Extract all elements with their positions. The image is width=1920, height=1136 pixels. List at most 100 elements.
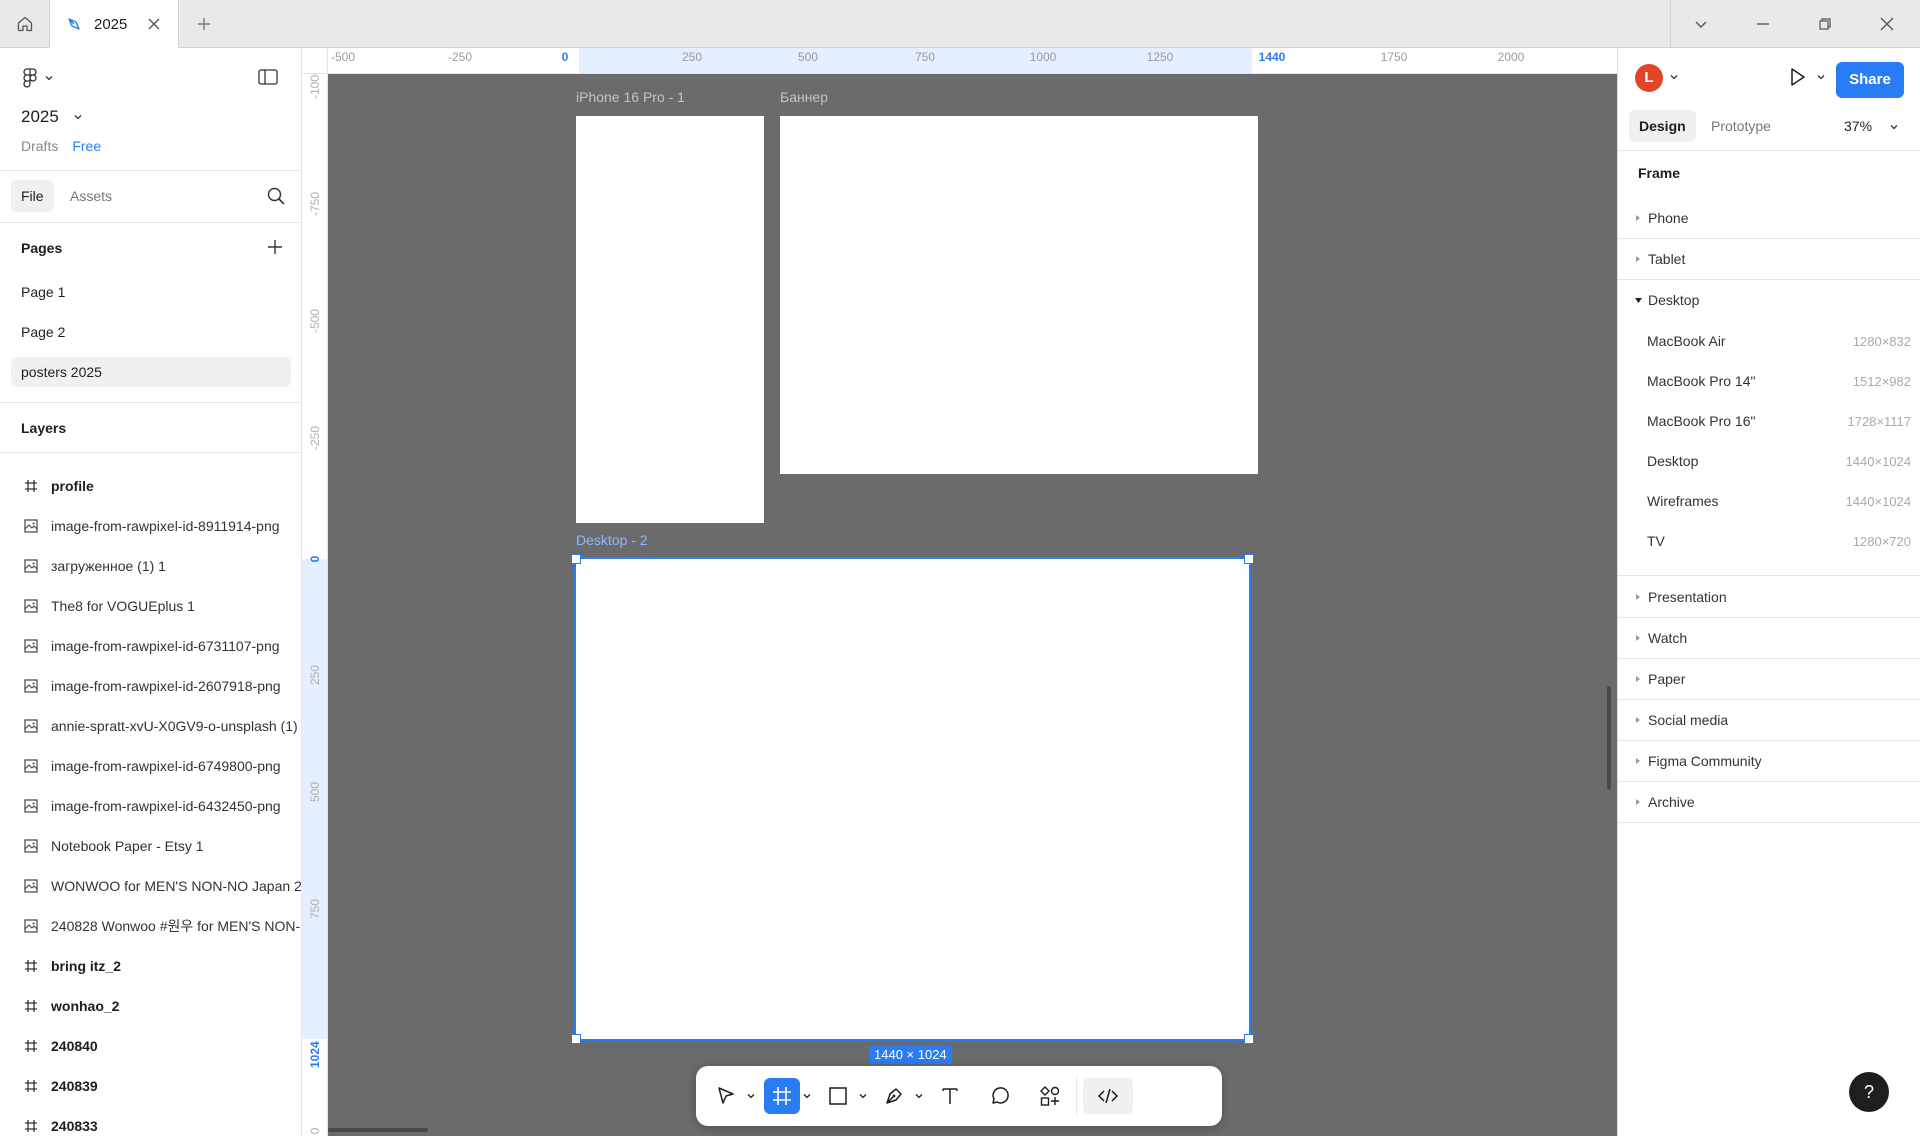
new-tab-button[interactable]: [192, 12, 216, 36]
resize-handle-top-left[interactable]: [571, 554, 581, 564]
chevron-down-icon[interactable]: [1669, 72, 1679, 82]
resize-handle-bottom-right[interactable]: [1244, 1034, 1254, 1044]
layers-title: Layers: [21, 420, 67, 436]
layer-item[interactable]: WONWOO for MEN'S NON-NO Japan 2: [0, 866, 301, 906]
help-button[interactable]: ?: [1849, 1072, 1889, 1112]
preset-item[interactable]: MacBook Air 1280×832: [1618, 321, 1920, 361]
layer-item[interactable]: image-from-rawpixel-id-8911914-png: [0, 506, 301, 546]
layer-item[interactable]: Notebook Paper - Etsy 1: [0, 826, 301, 866]
layer-item[interactable]: The8 for VOGUEplus 1: [0, 586, 301, 626]
home-button[interactable]: [0, 0, 50, 48]
preset-category[interactable]: Watch: [1618, 618, 1920, 658]
layer-item[interactable]: 240828 Wonwoo #원우 for MEN'S NON-NO: [0, 906, 301, 946]
frame-label-iphone[interactable]: iPhone 16 Pro - 1: [576, 89, 685, 105]
preset-category[interactable]: Paper: [1618, 659, 1920, 699]
layer-item[interactable]: annie-spratt-xvU-X0GV9-o-unsplash (1): [0, 706, 301, 746]
shape-tool[interactable]: [820, 1078, 856, 1114]
preset-category[interactable]: Presentation: [1618, 577, 1920, 617]
resize-handle-top-right[interactable]: [1244, 554, 1254, 564]
divider: [0, 402, 301, 403]
layer-item[interactable]: 240833: [0, 1106, 301, 1136]
present-button[interactable]: [1786, 66, 1808, 88]
chevron-down-icon[interactable]: [1889, 122, 1899, 132]
toggle-sidebar-button[interactable]: [258, 68, 278, 86]
frame-desktop-selected[interactable]: [574, 557, 1251, 1041]
avatar[interactable]: L: [1635, 64, 1663, 92]
file-name-menu[interactable]: 2025: [21, 107, 83, 127]
layer-item[interactable]: profile: [0, 466, 301, 506]
horizontal-scrollbar[interactable]: [328, 1128, 428, 1132]
resize-handle-bottom-left[interactable]: [571, 1034, 581, 1044]
layer-item[interactable]: bring itz_2: [0, 946, 301, 986]
layer-item[interactable]: image-from-rawpixel-id-6731107-png: [0, 626, 301, 666]
shape-tool-menu[interactable]: [856, 1078, 870, 1114]
move-tool[interactable]: [708, 1078, 744, 1114]
image-icon: [24, 519, 38, 533]
layer-name: image-from-rawpixel-id-6749800-png: [51, 758, 281, 774]
preset-size: 1280×720: [1852, 533, 1911, 549]
tab-prototype[interactable]: Prototype: [1711, 110, 1771, 142]
frame-tool-menu[interactable]: [800, 1078, 814, 1114]
preset-category[interactable]: Figma Community: [1618, 741, 1920, 781]
layer-item[interactable]: image-from-rawpixel-id-6432450-png: [0, 786, 301, 826]
add-page-button[interactable]: [266, 238, 284, 256]
preset-category[interactable]: Tablet: [1618, 239, 1920, 279]
frame-tool[interactable]: [764, 1078, 800, 1114]
dev-mode-toggle[interactable]: [1083, 1078, 1133, 1114]
page-item[interactable]: Page 2: [11, 317, 291, 347]
layer-item[interactable]: wonhao_2: [0, 986, 301, 1026]
tabs-menu-button[interactable]: [1670, 0, 1732, 48]
preset-item[interactable]: TV 1280×720: [1618, 521, 1920, 561]
drafts-link[interactable]: Drafts: [21, 138, 58, 154]
tab-file[interactable]: File: [11, 180, 54, 212]
move-tool-menu[interactable]: [744, 1078, 758, 1114]
image-icon: [24, 799, 38, 813]
share-button[interactable]: Share: [1836, 62, 1904, 98]
preset-size: 1512×982: [1852, 373, 1911, 389]
page-item-active[interactable]: posters 2025: [11, 357, 291, 387]
preset-item[interactable]: Wireframes 1440×1024: [1618, 481, 1920, 521]
zoom-level[interactable]: 37%: [1844, 110, 1872, 142]
layer-item[interactable]: image-from-rawpixel-id-2607918-png: [0, 666, 301, 706]
preset-item[interactable]: MacBook Pro 16" 1728×1117: [1618, 401, 1920, 441]
canvas[interactable]: iPhone 16 Pro - 1 Баннер Desktop - 2 144…: [328, 74, 1617, 1136]
minimize-button[interactable]: [1732, 0, 1794, 48]
page-item[interactable]: Page 1: [11, 277, 291, 307]
comment-tool[interactable]: [982, 1078, 1018, 1114]
tab-design[interactable]: Design: [1629, 110, 1696, 142]
preset-item[interactable]: MacBook Pro 14" 1512×982: [1618, 361, 1920, 401]
close-window-button[interactable]: [1856, 0, 1918, 48]
frame-banner[interactable]: [780, 116, 1258, 474]
plan-badge[interactable]: Free: [72, 138, 101, 154]
restore-button[interactable]: [1794, 0, 1856, 48]
actions-tool[interactable]: [1032, 1078, 1068, 1114]
chevron-down-icon[interactable]: [1816, 72, 1826, 82]
preset-name: TV: [1647, 533, 1665, 549]
divider: [0, 222, 301, 223]
preset-category[interactable]: Desktop: [1618, 280, 1920, 320]
frame-section-title: Frame: [1638, 165, 1681, 181]
search-button[interactable]: [266, 186, 286, 206]
frame-hash-icon: [24, 1039, 38, 1053]
pen-tool-menu[interactable]: [912, 1078, 926, 1114]
main-menu-button[interactable]: [22, 68, 54, 88]
close-tab-icon[interactable]: [146, 16, 162, 32]
tab-assets[interactable]: Assets: [70, 180, 112, 212]
frame-iphone[interactable]: [576, 116, 764, 523]
layer-item[interactable]: загруженное (1) 1: [0, 546, 301, 586]
preset-item[interactable]: Desktop 1440×1024: [1618, 441, 1920, 481]
preset-category[interactable]: Phone: [1618, 198, 1920, 238]
divider: [0, 452, 301, 453]
text-tool[interactable]: [932, 1078, 968, 1114]
image-icon: [24, 639, 38, 653]
vertical-scrollbar[interactable]: [1607, 686, 1611, 790]
layer-item[interactable]: 240839: [0, 1066, 301, 1106]
file-tab-2025[interactable]: 2025: [50, 0, 179, 48]
preset-category[interactable]: Social media: [1618, 700, 1920, 740]
layer-item[interactable]: image-from-rawpixel-id-6749800-png: [0, 746, 301, 786]
layer-item[interactable]: 240840: [0, 1026, 301, 1066]
frame-label-banner[interactable]: Баннер: [780, 89, 828, 105]
pen-tool[interactable]: [876, 1078, 912, 1114]
preset-category[interactable]: Archive: [1618, 782, 1920, 822]
frame-label-desktop[interactable]: Desktop - 2: [576, 532, 648, 548]
